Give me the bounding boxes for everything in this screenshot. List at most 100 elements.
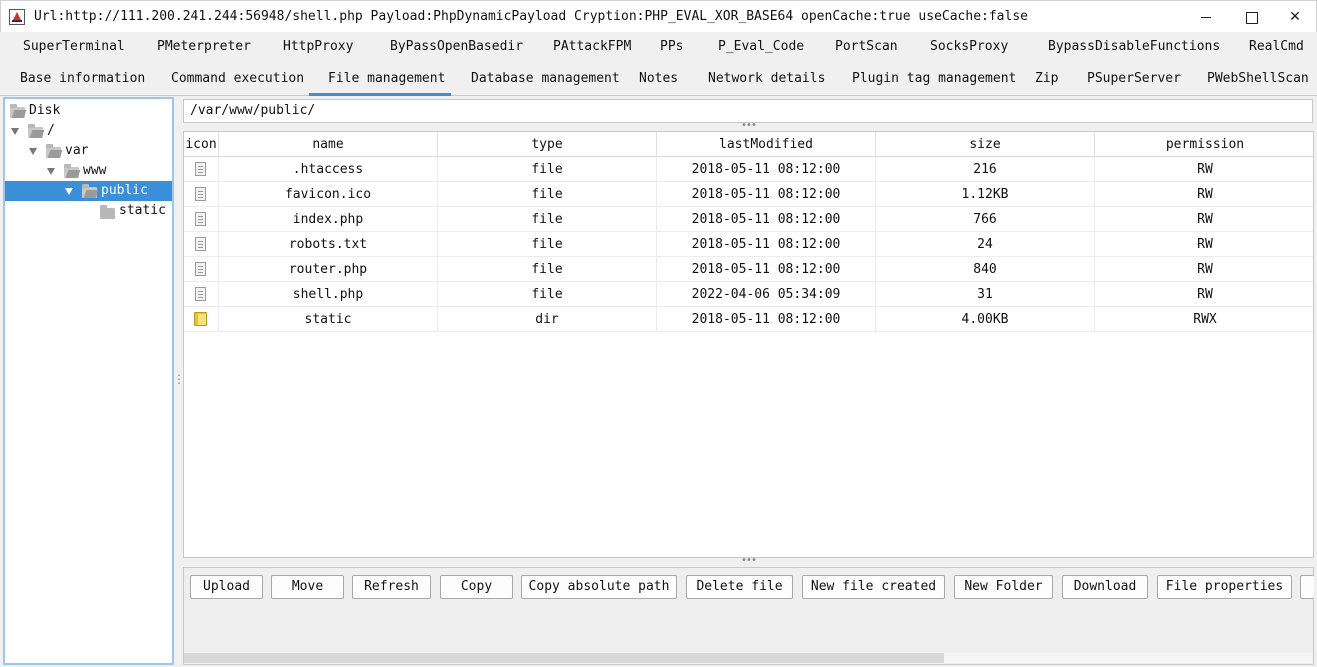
cell-lastmodified: 2022-04-06 05:34:09 <box>657 282 876 307</box>
folder-icon <box>194 312 207 326</box>
tab-realcmd[interactable]: RealCmd <box>1249 32 1304 64</box>
tab-bypassdisablefunctions[interactable]: BypassDisableFunctions <box>1048 32 1220 64</box>
column-header-lastmodified[interactable]: lastModified <box>657 132 876 157</box>
table-row[interactable]: shell.php file 2022-04-06 05:34:09 31 RW <box>184 282 1313 307</box>
tab-plugin-tag-management[interactable]: Plugin tag management <box>852 64 1016 96</box>
tree-node-static[interactable]: static <box>7 201 167 221</box>
cell-type: dir <box>438 307 657 332</box>
cell-lastmodified: 2018-05-11 08:12:00 <box>657 307 876 332</box>
cell-permission: RW <box>1197 162 1213 177</box>
cell-type: file <box>438 282 657 307</box>
folder-open-icon <box>64 164 79 178</box>
expand-arrow-icon[interactable] <box>29 148 37 155</box>
cell-permission: RW <box>1197 287 1213 302</box>
cell-permission: RWX <box>1193 312 1217 327</box>
tab-file-management[interactable]: File management <box>309 64 451 96</box>
table-row[interactable]: index.php file 2018-05-11 08:12:00 766 R… <box>184 207 1313 232</box>
expand-arrow-icon[interactable] <box>65 188 73 195</box>
tab-pps[interactable]: PPs <box>660 32 683 64</box>
tab-pattackfpm[interactable]: PAttackFPM <box>553 32 631 64</box>
cell-size: 216 <box>876 157 1095 182</box>
tab-network-details[interactable]: Network details <box>708 64 825 96</box>
file-icon <box>195 237 206 251</box>
move-button[interactable]: Move <box>271 575 344 599</box>
file-table: icon name type lastModified size permiss… <box>183 131 1314 558</box>
table-row[interactable]: .htaccess file 2018-05-11 08:12:00 216 R… <box>184 157 1313 182</box>
main-tab-row: Base information Command execution File … <box>0 64 1317 96</box>
minimize-button[interactable] <box>1183 1 1229 33</box>
new-folder-button[interactable]: New Folder <box>954 575 1053 599</box>
cell-size: 24 <box>876 232 1095 257</box>
file-icon <box>195 187 206 201</box>
tab-command-execution[interactable]: Command execution <box>171 64 304 96</box>
tab-socksproxy[interactable]: SocksProxy <box>930 32 1008 64</box>
expand-arrow-icon[interactable] <box>47 168 55 175</box>
more-button[interactable] <box>1300 575 1314 599</box>
tab-portscan[interactable]: PortScan <box>835 32 898 64</box>
cell-size: 840 <box>876 257 1095 282</box>
folder-open-icon <box>46 144 61 158</box>
column-header-type[interactable]: type <box>438 132 657 157</box>
cell-lastmodified: 2018-05-11 08:12:00 <box>657 157 876 182</box>
column-header-permission[interactable]: permission <box>1095 132 1313 157</box>
column-header-size[interactable]: size <box>876 132 1095 157</box>
folder-icon <box>100 205 115 219</box>
cell-permission: RW <box>1197 212 1213 227</box>
close-button[interactable]: ✕ <box>1272 1 1317 33</box>
delete-file-button[interactable]: Delete file <box>686 575 793 599</box>
title-bar: Url:http://111.200.241.244:56948/shell.p… <box>0 0 1317 32</box>
table-header: icon name type lastModified size permiss… <box>184 132 1313 157</box>
tree-node-disk[interactable]: Disk <box>7 101 167 121</box>
file-icon <box>195 212 206 226</box>
column-header-icon[interactable]: icon <box>184 132 219 157</box>
cell-size: 1.12KB <box>876 182 1095 207</box>
tree-node-var[interactable]: var <box>7 141 167 161</box>
directory-tree[interactable]: Disk / var www public static <box>3 97 174 665</box>
tab-psuperserver[interactable]: PSuperServer <box>1087 64 1181 96</box>
upload-button[interactable]: Upload <box>190 575 263 599</box>
tab-pwebshellscan[interactable]: PWebShellScan <box>1207 64 1309 96</box>
cell-type: file <box>438 207 657 232</box>
new-file-created-button[interactable]: New file created <box>802 575 945 599</box>
download-button[interactable]: Download <box>1062 575 1148 599</box>
table-row[interactable]: robots.txt file 2018-05-11 08:12:00 24 R… <box>184 232 1313 257</box>
file-icon <box>195 287 206 301</box>
cell-permission: RW <box>1197 187 1213 202</box>
tab-p-eval-code[interactable]: P_Eval_Code <box>718 32 804 64</box>
table-row[interactable]: static dir 2018-05-11 08:12:00 4.00KB RW… <box>184 307 1313 332</box>
tab-notes[interactable]: Notes <box>639 64 678 96</box>
cell-name: index.php <box>219 207 438 232</box>
cell-type: file <box>438 182 657 207</box>
cell-permission: RW <box>1197 262 1213 277</box>
file-properties-button[interactable]: File properties <box>1157 575 1292 599</box>
scrollbar-thumb[interactable] <box>184 653 944 663</box>
horizontal-scrollbar[interactable] <box>184 653 1313 663</box>
table-row[interactable]: router.php file 2018-05-11 08:12:00 840 … <box>184 257 1313 282</box>
tab-pmeterpreter[interactable]: PMeterpreter <box>157 32 251 64</box>
tab-database-management[interactable]: Database management <box>471 64 620 96</box>
cell-lastmodified: 2018-05-11 08:12:00 <box>657 207 876 232</box>
tab-bypassopenbasedir[interactable]: ByPassOpenBasedir <box>390 32 523 64</box>
action-button-panel: Upload Move Refresh Copy Copy absolute p… <box>183 567 1314 665</box>
refresh-button[interactable]: Refresh <box>352 575 431 599</box>
cell-name: favicon.ico <box>219 182 438 207</box>
expand-arrow-icon[interactable] <box>11 128 19 135</box>
copy-absolute-path-button[interactable]: Copy absolute path <box>521 575 677 599</box>
tree-node-public[interactable]: public <box>5 181 172 201</box>
tab-httpproxy[interactable]: HttpProxy <box>283 32 353 64</box>
cell-size: 31 <box>876 282 1095 307</box>
splitter-handle-icon[interactable]: ••• <box>741 555 757 566</box>
tree-node-root[interactable]: / <box>7 121 167 141</box>
cell-size: 766 <box>876 207 1095 232</box>
tab-zip[interactable]: Zip <box>1035 64 1058 96</box>
maximize-button[interactable] <box>1228 1 1274 33</box>
table-row[interactable]: favicon.ico file 2018-05-11 08:12:00 1.1… <box>184 182 1313 207</box>
cell-size: 4.00KB <box>876 307 1095 332</box>
vertical-splitter-handle[interactable] <box>173 372 185 389</box>
tab-base-information[interactable]: Base information <box>20 64 145 96</box>
column-header-name[interactable]: name <box>219 132 438 157</box>
tab-superterminal[interactable]: SuperTerminal <box>23 32 125 64</box>
splitter-handle-icon[interactable]: ••• <box>741 120 757 131</box>
tree-node-www[interactable]: www <box>7 161 167 181</box>
copy-button[interactable]: Copy <box>440 575 513 599</box>
